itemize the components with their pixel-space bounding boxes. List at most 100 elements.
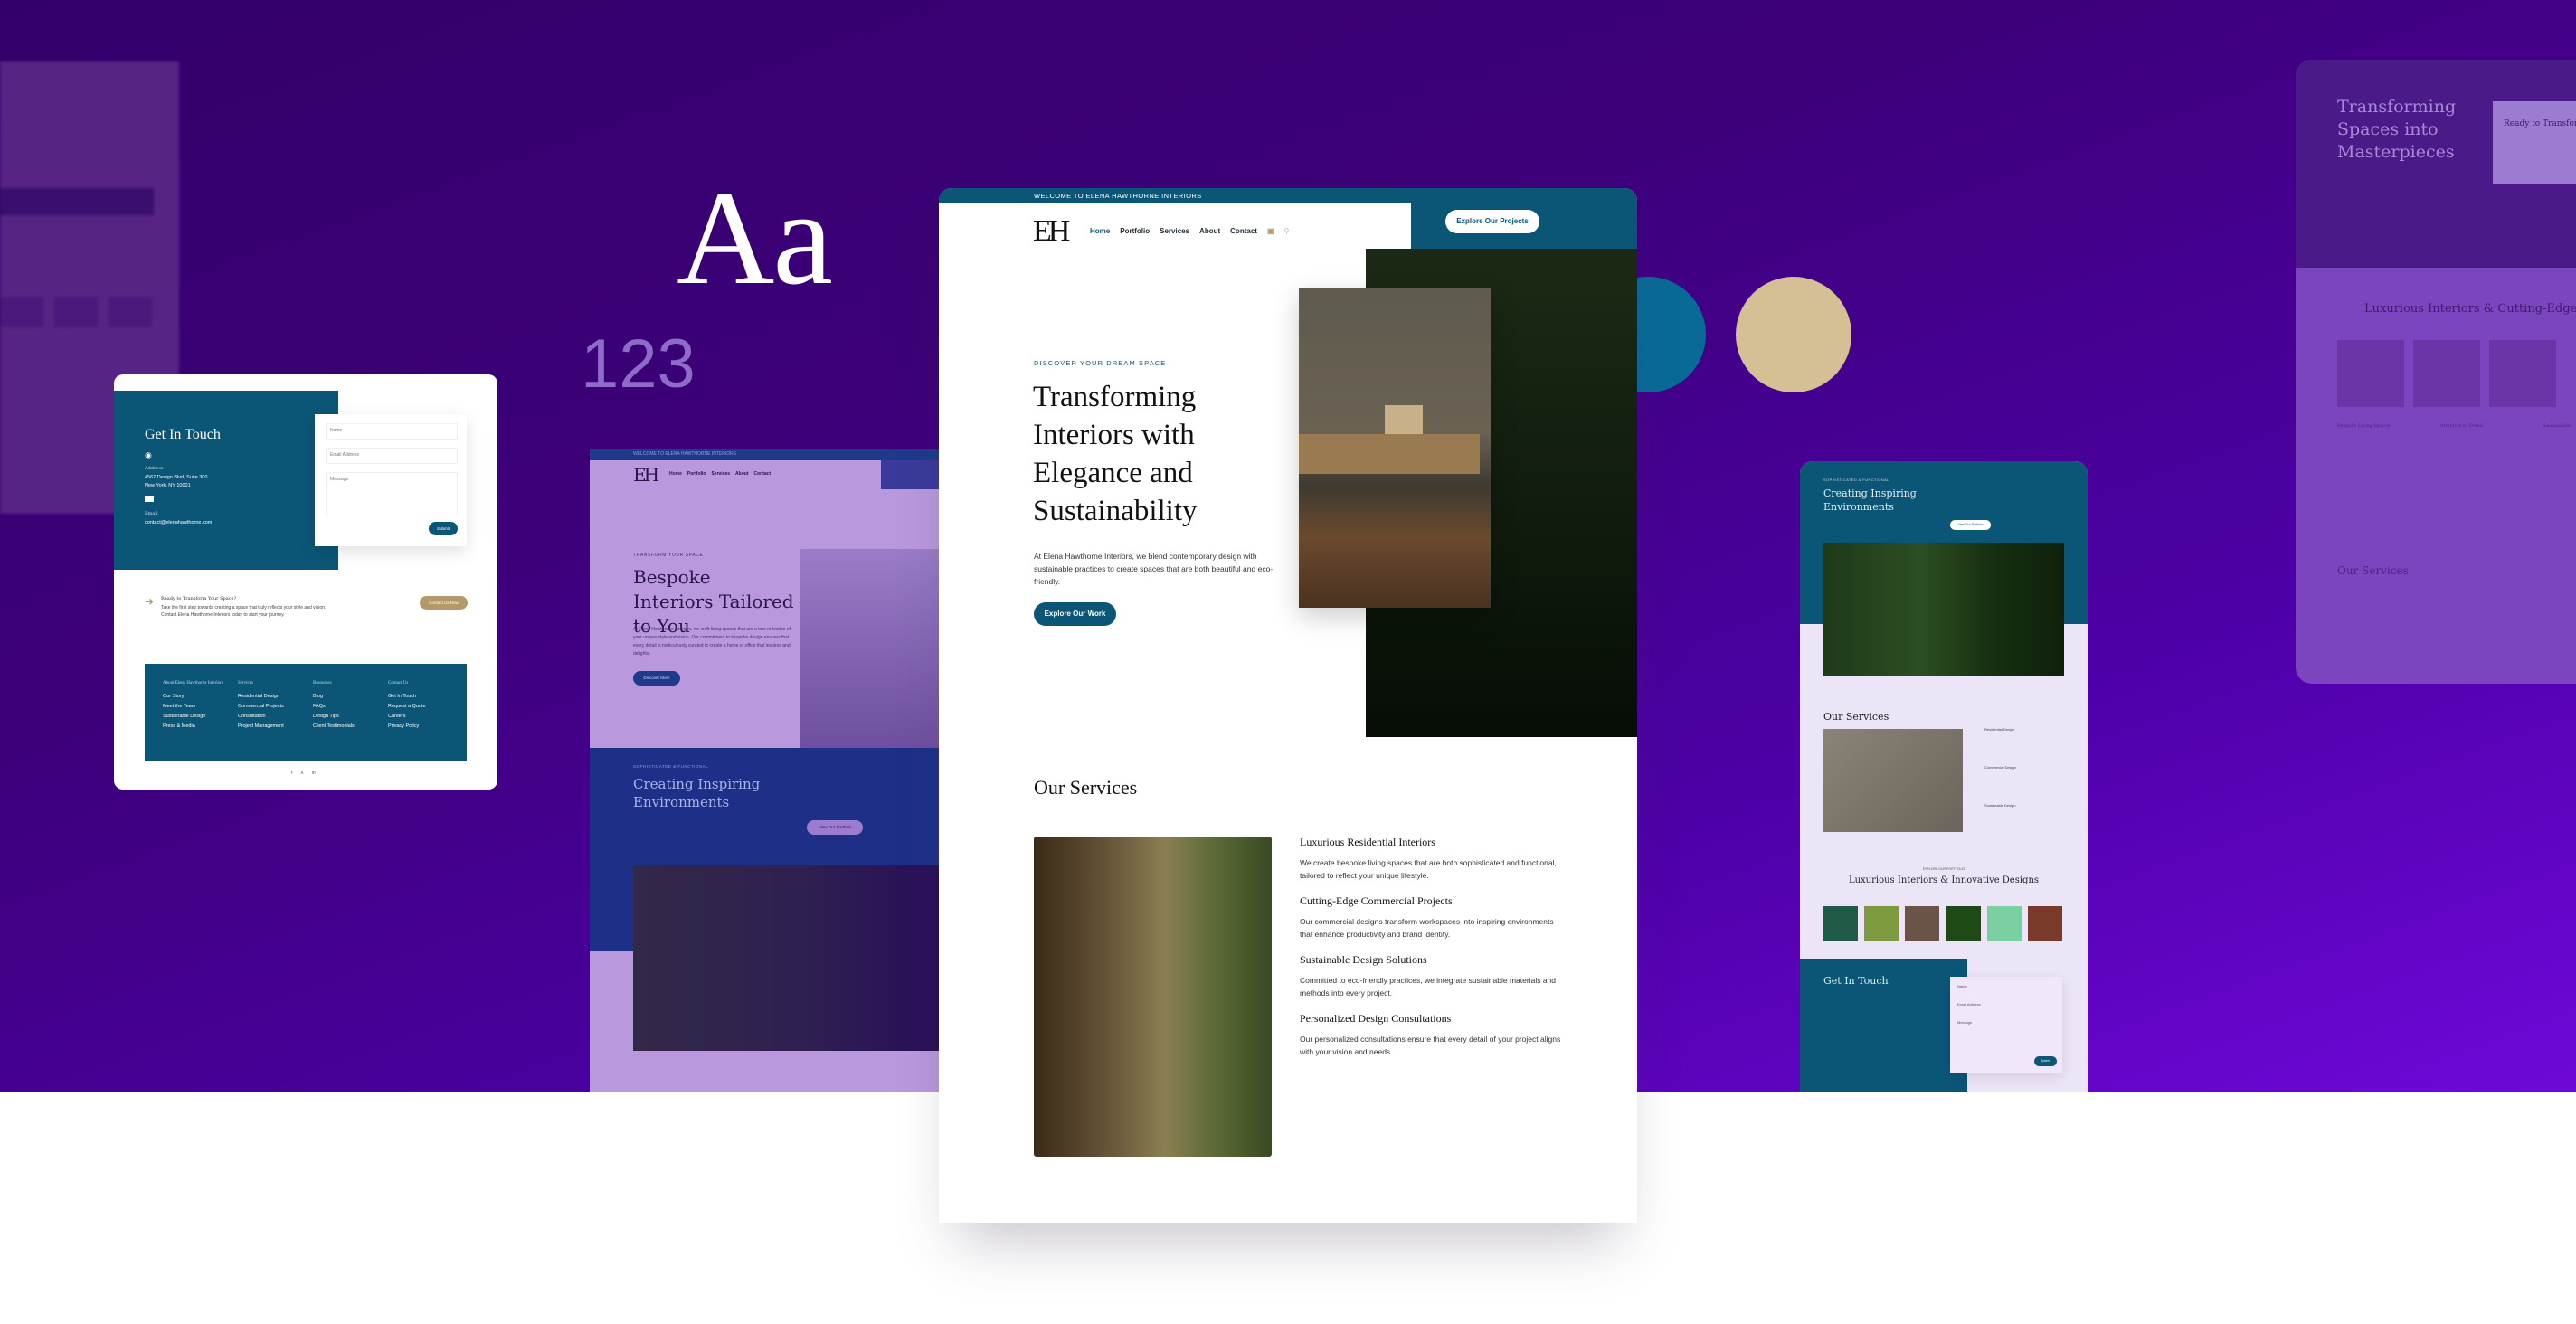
footer-link[interactable]: Press & Media (163, 722, 235, 732)
footer-heading: Resources (313, 681, 332, 686)
hero-eyebrow: DISCOVER YOUR DREAM SPACE (1034, 359, 1167, 367)
footer-link[interactable]: Project Management (238, 722, 310, 732)
bespoke-topbar: WELCOME TO ELENA HAWTHORNE INTERIORS (590, 449, 939, 460)
shelf (1299, 434, 1480, 474)
portfolio-thumb[interactable] (2028, 906, 2062, 941)
search-icon[interactable]: ⚲ (1284, 227, 1290, 235)
discover-more-button[interactable]: Discover More (633, 671, 680, 686)
contact-us-button[interactable]: Contact Us Now (420, 596, 468, 610)
section-eyebrow: SOPHISTICATED & FUNCTIONAL (633, 764, 709, 769)
font-sample-letters: Aa (677, 163, 833, 313)
portfolio-thumb[interactable] (1987, 906, 2022, 941)
ghost-cta-box: Ready to Transform (2493, 101, 2576, 184)
portfolio-thumb[interactable] (1823, 906, 1858, 941)
nav-home[interactable]: Home (669, 471, 682, 477)
footer-link[interactable]: Request a Quote (388, 702, 460, 712)
tablet-service: Sustainable Design (1984, 803, 2016, 808)
footer-link[interactable]: Our Story (163, 692, 235, 702)
tablet-title: Creating Inspiring Environments (1823, 487, 1917, 513)
service-item: Luxurious Residential Interiors We create… (1300, 836, 1562, 882)
tablet-portfolio-title: Luxurious Interiors & Innovative Designs (1848, 875, 2040, 885)
x-icon[interactable]: X (300, 771, 303, 776)
envelope-icon (145, 496, 154, 502)
footer-heading: About Elena Hawthorne Interiors (163, 681, 223, 686)
submit-button[interactable]: Submit (429, 522, 458, 535)
facebook-icon[interactable]: f (291, 771, 292, 776)
footer-link[interactable]: Client Testimonials (313, 722, 385, 732)
instagram-icon[interactable]: in (312, 771, 316, 776)
footer-link[interactable]: FAQs (313, 702, 385, 712)
explore-work-button[interactable]: Explore Our Work (1034, 602, 1116, 626)
portfolio-thumb[interactable] (1905, 906, 1939, 941)
footer-link[interactable]: Consultation (238, 712, 310, 722)
service-item: Sustainable Design Solutions Committed to… (1300, 953, 1562, 999)
tablet-grass-image (1823, 543, 2064, 676)
tablet-portfolio-button[interactable]: View Our Portfolio (1950, 520, 1991, 530)
nav-contact[interactable]: Contact (1230, 227, 1257, 235)
tablet-service: Residential Design (1984, 727, 2015, 732)
section-title: Creating Inspiring Environments (633, 776, 761, 810)
footer-link[interactable]: Careers (388, 712, 460, 722)
ghost-col: Bespoke Living Spaces (2337, 423, 2391, 429)
announcement-text: WELCOME TO ELENA HAWTHORNE INTERIORS (1034, 192, 1202, 200)
nav-home[interactable]: Home (1090, 227, 1110, 235)
tablet-plant-image (1823, 729, 1963, 832)
logo[interactable]: EH (1033, 216, 1070, 247)
cart-icon[interactable]: ▣ (1267, 227, 1274, 235)
view-portfolio-button[interactable]: View Our Portfolio (807, 820, 863, 835)
footer-link[interactable]: Get In Touch (388, 692, 460, 702)
nav-services[interactable]: Services (711, 471, 730, 477)
service-title: Cutting-Edge Commercial Projects (1300, 894, 1453, 907)
grass-image (633, 865, 939, 1051)
message-textarea[interactable]: Message (326, 472, 458, 515)
service-text: Our personalized consultations ensure th… (1300, 1035, 1561, 1056)
ghost-cta-title: Ready to Transform (2504, 119, 2576, 128)
name-input[interactable]: Name (326, 423, 458, 440)
footer: About Elena Hawthorne Interiors Our Stor… (145, 664, 467, 761)
footer-link[interactable]: Sustainable Design (163, 712, 235, 722)
bespoke-nav: Home Portfolio Services About Contact (669, 471, 771, 477)
tablet-name-input[interactable]: Name (1957, 984, 1967, 988)
nav-about[interactable]: About (1199, 227, 1220, 235)
service-text: Our commercial designs transform workspa… (1300, 917, 1554, 939)
email-input[interactable]: Email Address (326, 448, 458, 464)
address-label: Address (145, 466, 164, 471)
footer-link[interactable]: Meet the Team (163, 702, 235, 712)
footer-link[interactable]: Design Tips (313, 712, 385, 722)
bespoke-nav-cta-bg (881, 460, 939, 489)
footer-link[interactable]: Residential Design (238, 692, 310, 702)
faded-page-preview-right: Transforming Spaces into Masterpieces Re… (2296, 60, 2576, 684)
portfolio-thumb[interactable] (1946, 906, 1981, 941)
footer-link[interactable]: Privacy Policy (388, 722, 460, 732)
footer-col-contact: Contact Us Get In Touch Request a Quote … (388, 680, 460, 732)
ghost-thumb (2337, 340, 2404, 407)
footer-link[interactable]: Blog (313, 692, 385, 702)
nav-portfolio[interactable]: Portfolio (687, 471, 706, 477)
social-links: f X in (291, 771, 316, 776)
address-line: 4567 Design Blvd, Suite 300 (145, 475, 208, 480)
service-title: Luxurious Residential Interiors (1300, 836, 1435, 848)
ghost-col: Attention to Detail (2440, 423, 2483, 429)
footer-col-resources: Resources Blog FAQs Design Tips Client T… (313, 680, 385, 732)
footer-col-services: Services Residential Design Commercial P… (238, 680, 310, 732)
email-link[interactable]: contact@elenahawthorne.com (145, 519, 212, 527)
ghost-services-title: Our Services (2337, 564, 2409, 577)
nav-services[interactable]: Services (1160, 227, 1189, 235)
tablet-message-input[interactable]: Message (1957, 1020, 1972, 1025)
ghost-thumb (2489, 340, 2556, 407)
decor-box (1385, 405, 1423, 434)
nav-about[interactable]: About (735, 471, 748, 477)
tablet-portfolio-eyebrow: EXPLORE OUR PORTFOLIO (1922, 867, 1965, 871)
nav-portfolio[interactable]: Portfolio (1120, 227, 1150, 235)
explore-projects-button[interactable]: Explore Our Projects (1445, 210, 1539, 233)
portfolio-thumb[interactable] (1864, 906, 1899, 941)
color-swatch-accent (1736, 277, 1852, 392)
cta-title: Ready to Transform Your Space? (161, 596, 237, 601)
tablet-submit-button[interactable]: Submit (2034, 1056, 2057, 1066)
service-text: We create bespoke living spaces that are… (1300, 858, 1557, 880)
service-item: Personalized Design Consultations Our per… (1300, 1012, 1562, 1058)
tablet-email-input[interactable]: Email Address (1957, 1002, 1981, 1007)
nav-contact[interactable]: Contact (754, 471, 772, 477)
tablet-page-preview: SOPHISTICATED & FUNCTIONAL Creating Insp… (1800, 461, 2088, 1092)
footer-link[interactable]: Commercial Projects (238, 702, 310, 712)
